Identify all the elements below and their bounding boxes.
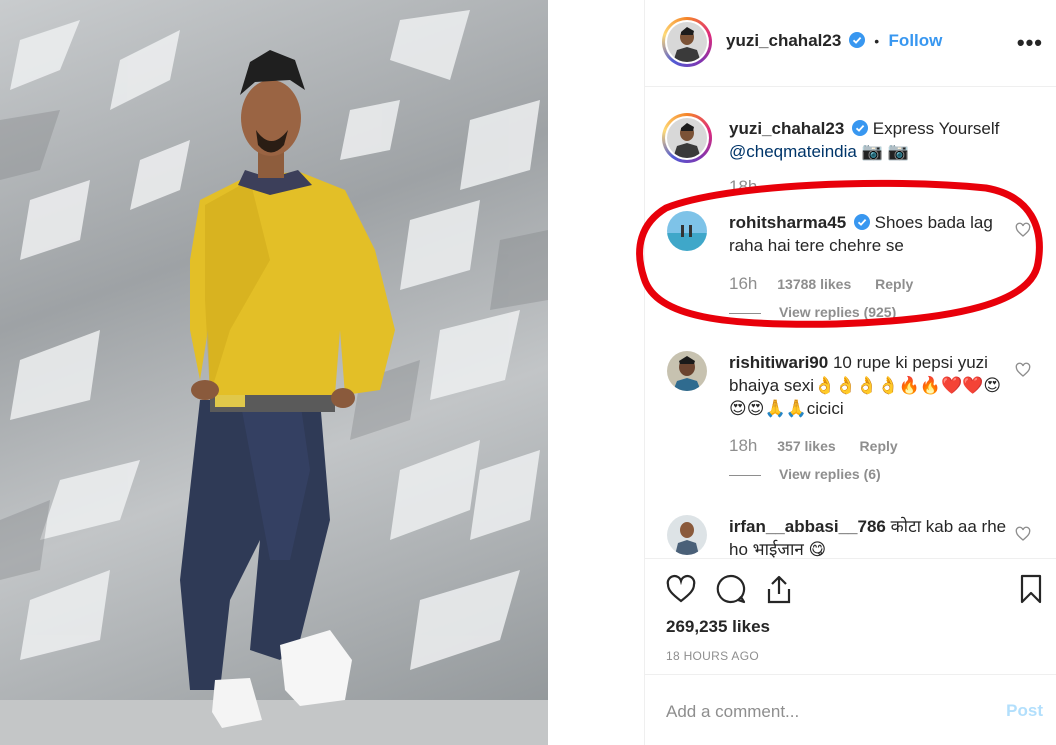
reply-button[interactable]: Reply <box>875 276 913 292</box>
author-username[interactable]: yuzi_chahal23 <box>726 31 841 50</box>
avatar-image <box>667 211 707 251</box>
comment-username[interactable]: rishitiwari90 <box>729 353 828 372</box>
post-button[interactable]: Post <box>1006 701 1043 721</box>
view-replies-label: View replies (6) <box>779 466 881 482</box>
comment-likes[interactable]: 13788 likes <box>777 276 851 292</box>
verified-icon <box>853 214 870 230</box>
comment-time[interactable]: 18h <box>729 436 757 455</box>
caption-avatar[interactable] <box>662 113 712 163</box>
more-icon[interactable]: ••• <box>1017 30 1043 56</box>
photo-illustration <box>0 10 548 745</box>
post-photo[interactable] <box>0 0 548 745</box>
comment-icon[interactable] <box>715 573 747 605</box>
commenter-avatar[interactable] <box>667 211 707 251</box>
caption-mention[interactable]: @cheqmateindia <box>729 142 857 161</box>
replies-divider <box>729 312 761 314</box>
comment-text: irfan__abbasi__786 कोटा kab aa rhe ho भा… <box>729 515 1009 558</box>
comment-text: rishitiwari90 10 rupe ki pepsi yuzi bhai… <box>729 351 1009 420</box>
post-header: yuzi_chahal23 • Follow ••• <box>645 0 1056 87</box>
verified-icon <box>852 120 869 136</box>
caption-username[interactable]: yuzi_chahal23 <box>729 119 844 138</box>
caption-emoji: 📷 📷 <box>861 142 909 161</box>
comment-username[interactable]: irfan__abbasi__786 <box>729 517 886 536</box>
dot-separator: • <box>874 33 880 49</box>
bookmark-icon[interactable] <box>1015 573 1047 605</box>
action-bar: 269,235 likes 18 HOURS AGO <box>645 558 1056 675</box>
view-replies-button[interactable]: View replies (925) <box>729 304 896 320</box>
caption-meta: 18h <box>729 177 773 197</box>
comment-heart-icon[interactable] <box>1015 526 1031 542</box>
comments-list[interactable]: yuzi_chahal23 Express Yourself @cheqmate… <box>645 88 1056 558</box>
reply-button[interactable]: Reply <box>860 438 898 454</box>
add-comment-bar: Post <box>645 676 1056 745</box>
post-panel: yuzi_chahal23 • Follow ••• yuzi_chahal23… <box>644 0 1056 745</box>
avatar-image <box>667 351 707 391</box>
comment-meta: 18h 357 likes Reply <box>729 436 898 456</box>
comment-username[interactable]: rohitsharma45 <box>729 213 846 232</box>
comment-heart-icon[interactable] <box>1015 362 1031 378</box>
photo-gap <box>548 0 644 745</box>
avatar-image <box>667 118 707 158</box>
comment-time[interactable]: 16h <box>729 274 757 293</box>
follow-button[interactable]: Follow <box>889 31 943 50</box>
commenter-avatar[interactable] <box>667 515 707 555</box>
share-icon[interactable] <box>763 573 795 605</box>
likes-count[interactable]: 269,235 likes <box>666 617 770 637</box>
comment-heart-icon[interactable] <box>1015 222 1031 238</box>
heart-icon[interactable] <box>665 573 697 605</box>
view-replies-label: View replies (925) <box>779 304 897 320</box>
replies-divider <box>729 474 761 476</box>
avatar-image <box>667 515 707 555</box>
header-user-line: yuzi_chahal23 • Follow <box>726 31 942 51</box>
verified-icon <box>848 32 865 48</box>
comment-text: rohitsharma45 Shoes bada lag raha hai te… <box>729 211 1009 257</box>
caption-time[interactable]: 18h <box>729 177 757 196</box>
author-avatar[interactable] <box>662 17 712 67</box>
post-timestamp[interactable]: 18 HOURS AGO <box>666 649 759 663</box>
commenter-avatar[interactable] <box>667 351 707 391</box>
caption-text: yuzi_chahal23 Express Yourself @cheqmate… <box>729 117 1029 163</box>
caption-body: Express Yourself <box>872 119 1000 138</box>
avatar-image <box>667 22 707 62</box>
view-replies-button[interactable]: View replies (6) <box>729 466 881 482</box>
comment-likes[interactable]: 357 likes <box>777 438 835 454</box>
comment-meta: 16h 13788 likes Reply <box>729 274 913 294</box>
comment-input[interactable] <box>666 700 966 724</box>
